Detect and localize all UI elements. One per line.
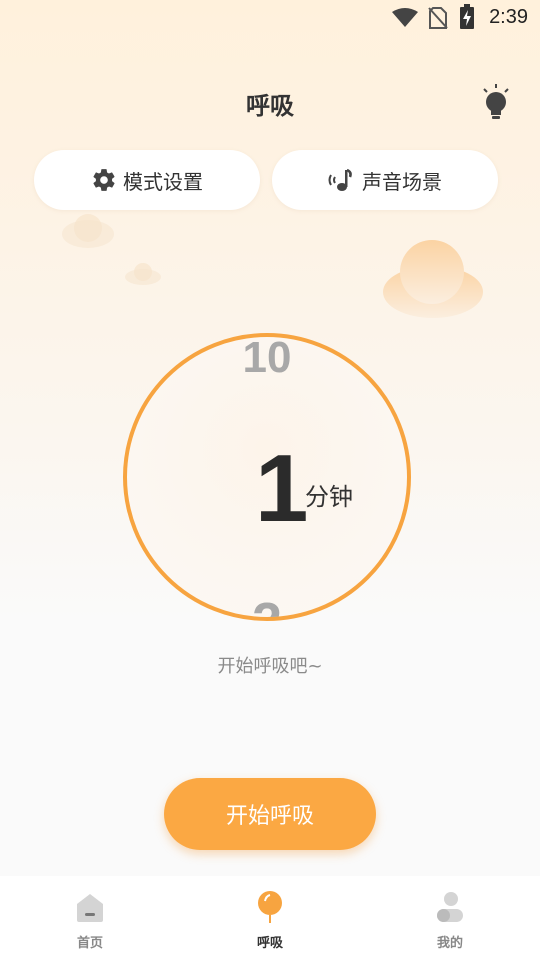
tab-mine-label: 我的: [436, 936, 463, 951]
no-sim-icon: [428, 7, 448, 29]
picker-current-value: 1: [255, 435, 309, 542]
sound-scene-button[interactable]: 声音场景: [272, 150, 498, 210]
sound-scene-label: 声音场景: [362, 169, 442, 194]
balloon-icon: [258, 891, 282, 923]
cloud-decoration-right: [383, 240, 483, 318]
status-time: 2:39: [489, 6, 528, 28]
duration-picker[interactable]: 10 1 分钟 2: [123, 333, 411, 621]
tab-home-label: 首页: [76, 936, 103, 951]
mode-settings-button[interactable]: 模式设置: [34, 150, 260, 210]
lightbulb-icon[interactable]: [480, 84, 512, 122]
cloud-decoration-small: [125, 263, 161, 285]
bottom-tab-bar: 首页 呼吸 我的: [0, 876, 540, 960]
tab-breathe[interactable]: 呼吸: [180, 876, 360, 960]
person-icon: [437, 892, 463, 922]
home-icon: [77, 894, 103, 922]
mode-settings-label: 模式设置: [123, 169, 203, 194]
tab-mine[interactable]: 我的: [360, 876, 540, 960]
wifi-icon: [392, 8, 418, 27]
start-breathing-button[interactable]: 开始呼吸: [164, 778, 376, 850]
picker-next-value[interactable]: 2: [127, 591, 407, 617]
tab-breathe-label: 呼吸: [256, 936, 283, 951]
status-bar: 2:39: [0, 0, 540, 36]
picker-unit: 分钟: [305, 483, 353, 511]
page-title: 呼吸: [246, 92, 294, 120]
music-note-icon: [328, 168, 352, 191]
battery-charging-icon: [460, 4, 474, 29]
gear-icon: [93, 169, 115, 191]
cloud-decoration-left: [62, 214, 114, 248]
hint-text: 开始呼吸吧~: [217, 656, 323, 677]
tab-home[interactable]: 首页: [0, 876, 180, 960]
picker-prev-value[interactable]: 10: [127, 337, 407, 383]
